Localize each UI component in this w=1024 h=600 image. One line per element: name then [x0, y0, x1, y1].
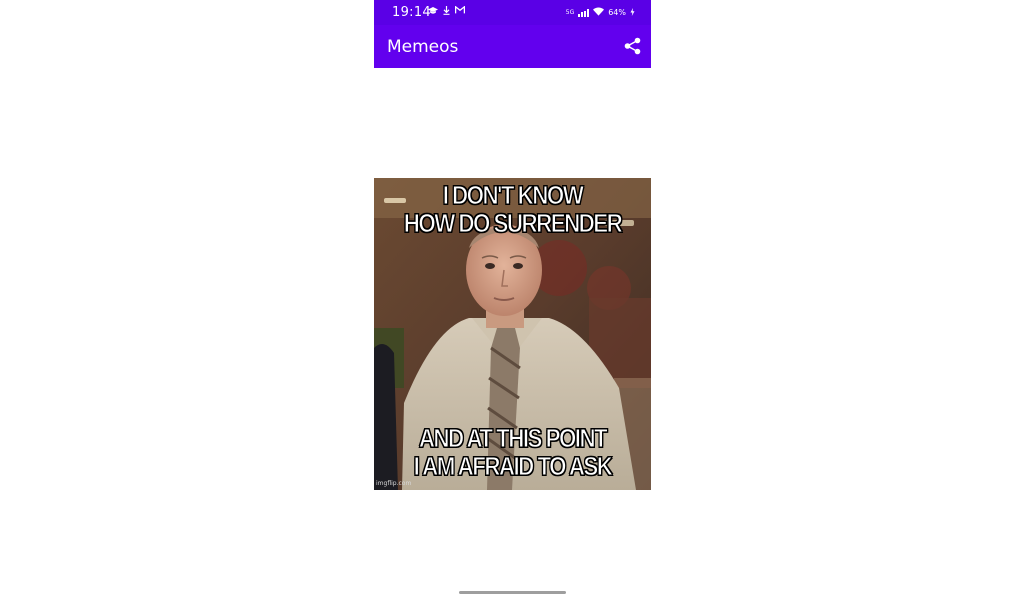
share-button[interactable]	[621, 35, 643, 57]
meme-top-line-1: I DON'T KNOW	[442, 180, 584, 210]
gmail-icon	[454, 5, 466, 18]
graduation-cap-icon	[428, 6, 438, 18]
download-icon	[443, 6, 450, 18]
meme-watermark: imgflip.com	[376, 480, 412, 487]
share-icon	[624, 37, 640, 55]
charging-icon	[630, 7, 635, 18]
app-bar: Memeos	[374, 25, 651, 68]
signal-strength-icon	[578, 8, 590, 17]
meme-image: I DON'T KNOW HOW DO SURRENDER AND AT THI…	[374, 178, 651, 490]
network-type-label: 5G	[565, 9, 575, 16]
phone-screen: 19:14 5G 64% Memeos I DON'T KNOW HOW DO …	[374, 0, 651, 600]
meme-top-line-2: HOW DO SURRENDER	[403, 208, 623, 238]
meme-bottom-line-1: AND AT THIS POINT	[418, 423, 608, 453]
meme-bottom-text: AND AT THIS POINT I AM AFRAID TO ASK	[393, 423, 631, 481]
status-time: 19:14	[392, 5, 431, 20]
battery-percent: 64%	[608, 8, 626, 17]
status-bar: 19:14 5G 64%	[374, 0, 651, 25]
meme-top-text: I DON'T KNOW HOW DO SURRENDER	[393, 180, 631, 238]
app-title: Memeos	[387, 37, 459, 57]
system-icons: 5G 64%	[566, 7, 635, 18]
notification-icons	[428, 5, 466, 18]
wifi-icon	[593, 7, 605, 18]
meme-bottom-line-2: I AM AFRAID TO ASK	[413, 451, 613, 481]
home-indicator[interactable]	[459, 591, 566, 594]
